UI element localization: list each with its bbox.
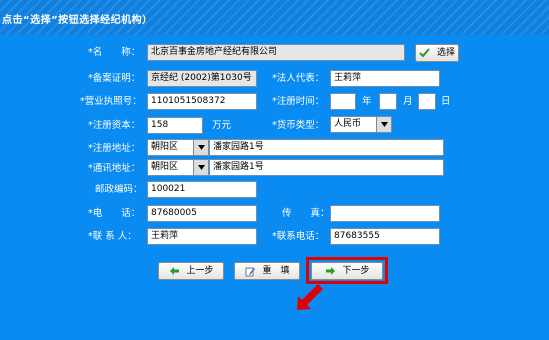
reg-time-label: *注册时间： xyxy=(272,96,325,107)
legal-rep-label: *法人代表： xyxy=(272,73,325,84)
legal-rep-field[interactable]: 王莉萍 xyxy=(330,70,440,87)
chevron-down-icon xyxy=(193,140,208,155)
header-instruction: 点击“选择”按钮选择经纪机构） xyxy=(2,15,153,26)
reg-district-select[interactable]: 朝阳区 xyxy=(147,139,209,156)
prev-step-label: 上一步 xyxy=(186,266,214,276)
reg-capital-field[interactable]: 158 xyxy=(147,117,203,134)
reg-street-field[interactable]: 潘家园路1号 xyxy=(209,139,444,156)
currency-select[interactable]: 人民币 xyxy=(330,116,392,133)
business-license-label: *营业执照号： xyxy=(80,96,142,107)
contact-field[interactable]: 王莉萍 xyxy=(147,228,257,245)
reg-month-field[interactable] xyxy=(379,93,397,110)
name-label: *名 称： xyxy=(88,47,141,58)
day-unit: 日 xyxy=(441,96,451,107)
reg-year-field[interactable] xyxy=(330,93,356,110)
page-header: 点击“选择”按钮选择经纪机构） xyxy=(0,0,549,35)
phone-field[interactable]: 87680005 xyxy=(147,205,257,222)
fax-field[interactable] xyxy=(330,205,440,222)
contact-phone-field[interactable]: 87683555 xyxy=(330,228,440,245)
year-unit: 年 xyxy=(362,96,372,107)
reg-day-field[interactable] xyxy=(418,93,436,110)
reg-capital-label: *注册资本： xyxy=(88,120,141,131)
agency-name-field[interactable]: 北京百事金房地产经纪有限公司 xyxy=(147,44,405,61)
postcode-field[interactable]: 100021 xyxy=(147,181,257,198)
mail-address-label: *通讯地址： xyxy=(88,163,141,174)
currency-value: 人民币 xyxy=(334,119,362,129)
postcode-label: 邮政编码： xyxy=(95,184,143,195)
mail-district-select[interactable]: 朝阳区 xyxy=(147,159,209,176)
reset-label: 重 填 xyxy=(262,266,290,276)
phone-label: *电 话： xyxy=(88,208,141,219)
mail-district-value: 朝阳区 xyxy=(151,162,179,172)
filing-cert-field[interactable]: 京经纪 (2002)第1030号 xyxy=(147,70,257,87)
checkmark-icon xyxy=(419,47,431,59)
prev-step-button[interactable]: 上一步 xyxy=(158,262,224,280)
select-agency-button[interactable]: 选择 xyxy=(415,44,459,62)
capital-unit: 万元 xyxy=(212,120,232,131)
reset-button[interactable]: 重 填 xyxy=(234,262,300,280)
chevron-down-icon xyxy=(376,117,391,132)
chevron-down-icon xyxy=(193,160,208,175)
reg-address-label: *注册地址： xyxy=(88,143,141,154)
contact-phone-label: *联系电话： xyxy=(272,231,325,242)
filing-cert-label: *备案证明： xyxy=(88,73,141,84)
currency-label: *货币类型： xyxy=(272,120,325,131)
red-arrow-pointer xyxy=(294,282,324,316)
business-license-field[interactable]: 1101051508372 xyxy=(147,93,257,110)
select-button-label: 选择 xyxy=(436,48,455,58)
next-button-highlight xyxy=(306,257,388,284)
pencil-icon xyxy=(244,265,256,277)
fax-label: 传 真： xyxy=(282,208,330,219)
mail-street-field[interactable]: 潘家园路1号 xyxy=(209,159,444,176)
month-unit: 月 xyxy=(403,96,413,107)
reg-district-value: 朝阳区 xyxy=(151,142,179,152)
arrow-left-icon xyxy=(168,265,180,277)
contact-label: *联 系 人： xyxy=(88,231,137,242)
